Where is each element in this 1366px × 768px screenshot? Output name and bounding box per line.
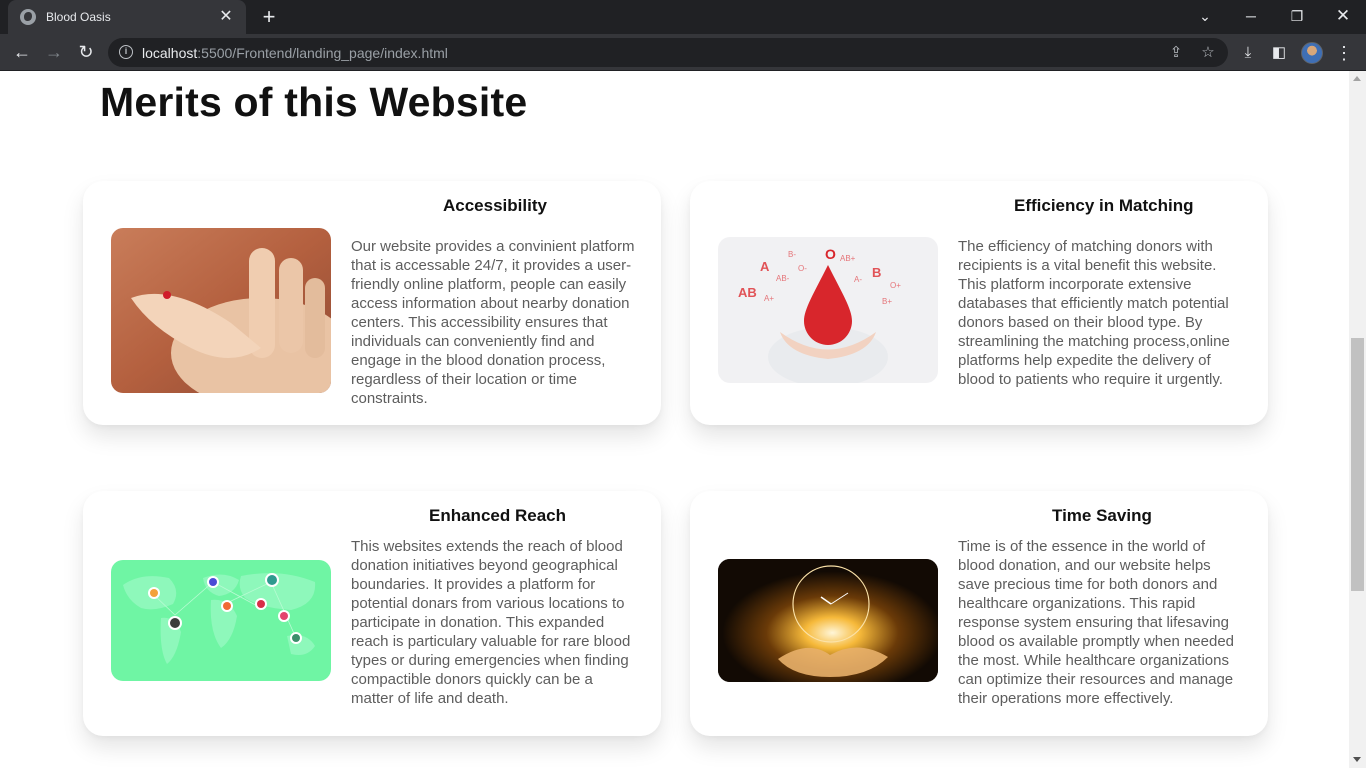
scrollbar-thumb[interactable] bbox=[1351, 338, 1364, 591]
blood-type-label: AB- bbox=[776, 274, 790, 283]
card-description: Time is of the essence in the world of b… bbox=[958, 538, 1235, 707]
url-text[interactable]: localhost:5500/Frontend/landing_page/ind… bbox=[142, 45, 448, 61]
glowing-clock-hands-image bbox=[718, 559, 938, 682]
scroll-up-icon[interactable] bbox=[1353, 76, 1361, 81]
section-title: Merits of this Website bbox=[100, 79, 528, 125]
url-path: :5500/Frontend/landing_page/index.html bbox=[197, 45, 448, 61]
card-title: Accessibility bbox=[443, 196, 547, 215]
close-window-button[interactable]: ✕ bbox=[1320, 0, 1366, 34]
merit-card-enhanced-reach: Enhanced Reach This websites extends the… bbox=[83, 491, 661, 736]
blood-type-label: B bbox=[872, 265, 881, 280]
blood-type-label: A bbox=[760, 259, 770, 274]
blood-type-label: O bbox=[825, 246, 836, 262]
blood-drop-hands-image: O A B- AB+ AB- O- B AB A- O+ A+ B+ bbox=[718, 237, 938, 383]
bookmark-star-icon[interactable]: ☆ bbox=[1198, 43, 1218, 63]
merit-card-efficiency: Efficiency in Matching O A B- AB+ AB- O-… bbox=[690, 181, 1268, 425]
card-title: Time Saving bbox=[1052, 506, 1152, 525]
forward-button[interactable]: → bbox=[40, 38, 68, 66]
blood-type-label: A+ bbox=[764, 294, 774, 303]
site-info-icon[interactable]: i bbox=[119, 45, 133, 59]
browser-tab[interactable]: Blood Oasis ✕ bbox=[8, 0, 246, 34]
blood-type-label: O- bbox=[798, 264, 807, 273]
page-viewport: Merits of this Website Accessibility Our… bbox=[0, 71, 1349, 768]
close-tab-icon[interactable]: ✕ bbox=[216, 7, 236, 27]
address-bar[interactable]: i localhost:5500/Frontend/landing_page/i… bbox=[108, 38, 1228, 67]
blood-type-label: AB bbox=[738, 285, 757, 300]
blood-type-label: B- bbox=[788, 250, 796, 259]
new-tab-button[interactable]: + bbox=[258, 6, 280, 28]
card-description: This websites extends the reach of blood… bbox=[351, 538, 631, 707]
card-description: Our website provides a convinient platfo… bbox=[351, 238, 635, 407]
finger-prick-image bbox=[111, 228, 331, 393]
page-scrollbar[interactable] bbox=[1349, 71, 1366, 768]
url-host: localhost bbox=[142, 45, 198, 61]
menu-kebab-icon[interactable]: ⋮ bbox=[1333, 42, 1355, 64]
card-title: Enhanced Reach bbox=[429, 506, 566, 525]
blood-type-label: B+ bbox=[882, 297, 892, 306]
blood-type-label: A- bbox=[854, 275, 862, 284]
profile-avatar[interactable] bbox=[1301, 42, 1323, 64]
side-panel-icon[interactable]: ◧ bbox=[1268, 42, 1290, 64]
globe-icon bbox=[20, 9, 36, 25]
back-button[interactable]: ← bbox=[8, 38, 36, 66]
tab-title: Blood Oasis bbox=[46, 10, 111, 24]
minimize-button[interactable]: ─ bbox=[1228, 0, 1274, 34]
download-icon[interactable]: ⤓ bbox=[1237, 42, 1259, 64]
blood-type-label: O+ bbox=[890, 281, 901, 290]
card-description: The efficiency of matching donors with r… bbox=[958, 238, 1230, 388]
browser-toolbar: ← → ↻ i localhost:5500/Frontend/landing_… bbox=[0, 34, 1366, 71]
merit-card-accessibility: Accessibility Our website provides a con… bbox=[83, 181, 661, 425]
restore-button[interactable]: ❐ bbox=[1274, 0, 1320, 34]
share-icon[interactable]: ⇪ bbox=[1166, 43, 1186, 63]
world-map-image bbox=[111, 560, 331, 681]
tab-search-icon[interactable]: ⌄ bbox=[1182, 0, 1228, 34]
scroll-down-icon[interactable] bbox=[1353, 757, 1361, 762]
card-title: Efficiency in Matching bbox=[1014, 196, 1194, 215]
browser-titlebar: Blood Oasis ✕ + ⌄ ─ ❐ ✕ bbox=[0, 0, 1366, 34]
reload-button[interactable]: ↻ bbox=[72, 38, 100, 66]
merit-card-time-saving: Time Saving Time is of the essence in th… bbox=[690, 491, 1268, 736]
blood-type-label: AB+ bbox=[840, 254, 856, 263]
